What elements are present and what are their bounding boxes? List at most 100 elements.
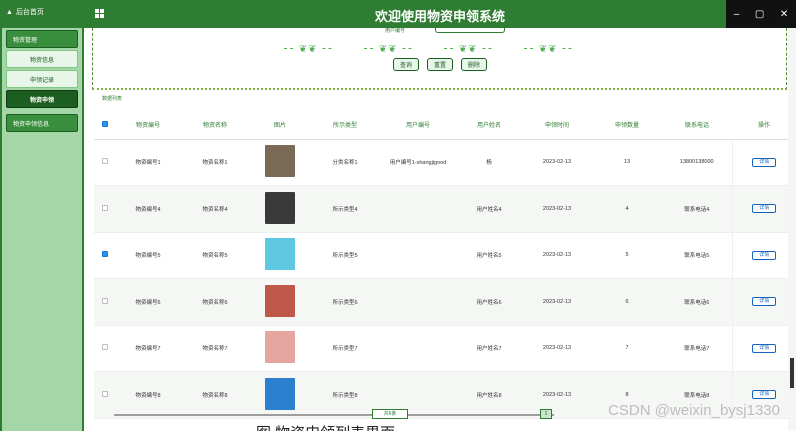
detail-button[interactable]: 详情 bbox=[752, 390, 777, 400]
row-select-cell bbox=[94, 185, 116, 233]
sidebar-group-materials[interactable]: 物资管理 bbox=[6, 30, 78, 48]
row-checkbox[interactable] bbox=[102, 297, 108, 304]
scrollbar-thumb[interactable] bbox=[790, 358, 794, 388]
data-table: 物资编号 物资名称 图片 所示类型 用户编号 用户姓名 申领时间 申领数量 联系… bbox=[94, 111, 796, 419]
detail-button[interactable]: 详情 bbox=[752, 297, 777, 307]
search-button[interactable]: 查询 bbox=[393, 58, 419, 71]
col-header[interactable]: 申领时间 bbox=[522, 111, 592, 140]
table-row[interactable]: 物资编号5 物资名称5 所示类型5 用户姓名5 2023-02-13 5 联系电话5 详情 bbox=[94, 232, 796, 279]
sidebar-item-apply-records[interactable]: 申领记录 bbox=[6, 70, 78, 88]
close-button[interactable]: ✕ bbox=[780, 9, 788, 20]
row-checkbox[interactable] bbox=[102, 251, 108, 258]
cell-name: 物资名称5 bbox=[180, 232, 250, 279]
col-header[interactable]: 申领数量 bbox=[592, 111, 662, 140]
cell-user-name: 杨 bbox=[456, 139, 522, 186]
col-header[interactable]: 用户编号 bbox=[380, 111, 456, 140]
row-checkbox[interactable] bbox=[102, 204, 108, 211]
sidebar-group-label: 物资申领信息 bbox=[13, 121, 50, 128]
cell-phone: 联系电话6 bbox=[662, 278, 732, 326]
col-header[interactable]: 物资编号 bbox=[116, 111, 180, 140]
sidebar-item-apply[interactable]: 物资申领 bbox=[6, 90, 78, 108]
pagination-track bbox=[114, 414, 554, 416]
figure-caption: 图 物资申领列表界面 bbox=[256, 422, 395, 431]
detail-button[interactable]: 详情 bbox=[752, 250, 777, 260]
col-header[interactable]: 用户姓名 bbox=[456, 111, 522, 140]
sidebar-background: 物资管理 物资信息 申领记录 物资申领 物资申领信息 bbox=[2, 28, 82, 431]
maximize-button[interactable]: ▢ bbox=[755, 9, 764, 20]
cell-qty: 6 bbox=[592, 278, 662, 326]
sidebar: 物资管理 物资信息 申领记录 物资申领 物资申领信息 bbox=[0, 28, 84, 431]
cell-name: 物资名称6 bbox=[180, 278, 250, 326]
delete-button[interactable]: 删除 bbox=[461, 58, 487, 71]
cell-code: 物资编号7 bbox=[116, 325, 180, 372]
cell-qty: 7 bbox=[592, 325, 662, 372]
reset-button[interactable]: 重置 bbox=[427, 58, 453, 71]
cell-phone: 联系电话4 bbox=[662, 185, 732, 233]
window-controls: – ▢ ✕ bbox=[726, 0, 796, 28]
cell-image bbox=[250, 232, 310, 279]
search-input[interactable] bbox=[435, 26, 505, 33]
cell-user-name: 用户姓名4 bbox=[456, 185, 522, 233]
cell-date: 2023-02-13 bbox=[522, 185, 592, 233]
vertical-scrollbar[interactable] bbox=[788, 28, 796, 431]
cell-op: 详情 bbox=[731, 278, 796, 326]
row-checkbox[interactable] bbox=[102, 390, 108, 397]
table-row[interactable]: 物资编号1 物资名称1 分类名称1 用户编号1-shangjigood 杨 2023-02… bbox=[94, 139, 796, 186]
material-image bbox=[265, 331, 295, 364]
cell-date: 2023-02-13 bbox=[522, 139, 592, 186]
sidebar-group-apply-info[interactable]: 物资申领信息 bbox=[6, 114, 78, 132]
search-buttons: 查询 重置 删除 bbox=[393, 58, 487, 71]
cell-user-id bbox=[380, 185, 456, 233]
leaf-decoration-icon: ⁃⁃ ❦❦ ⁃⁃ bbox=[283, 44, 334, 55]
select-all-cell bbox=[94, 111, 116, 140]
row-checkbox[interactable] bbox=[102, 344, 108, 351]
cell-code: 物资编号1 bbox=[116, 139, 180, 186]
main-content: 用户编号 ⁃⁃ ❦❦ ⁃⁃ ⁃⁃ ❦❦ ⁃⁃ ⁃⁃ ❦❦ ⁃⁃ ⁃⁃ ❦❦ ⁃⁃… bbox=[84, 26, 796, 431]
search-panel: 用户编号 ⁃⁃ ❦❦ ⁃⁃ ⁃⁃ ❦❦ ⁃⁃ ⁃⁃ ❦❦ ⁃⁃ ⁃⁃ ❦❦ ⁃⁃… bbox=[92, 26, 787, 90]
cell-name: 物资名称4 bbox=[180, 185, 250, 233]
cell-phone: 联系电话7 bbox=[662, 325, 732, 372]
row-select-cell bbox=[94, 278, 116, 326]
detail-button[interactable]: 详情 bbox=[752, 204, 777, 214]
cell-image bbox=[250, 278, 310, 326]
cell-user-id bbox=[380, 232, 456, 279]
row-checkbox[interactable] bbox=[102, 158, 108, 165]
select-all-checkbox[interactable] bbox=[102, 120, 108, 127]
data-list-label: 数据列表 bbox=[102, 96, 123, 102]
detail-button[interactable]: 详情 bbox=[752, 343, 777, 353]
table-row[interactable]: 物资编号4 物资名称4 所示类型4 用户姓名4 2023-02-13 4 联系电话4 详情 bbox=[94, 185, 796, 233]
sidebar-group-label: 物资管理 bbox=[13, 37, 38, 44]
cell-user-name: 用户姓名7 bbox=[456, 325, 522, 372]
cell-op: 详情 bbox=[731, 325, 796, 372]
cell-op: 详情 bbox=[731, 139, 796, 186]
cell-user-id: 用户编号1-shangjigood bbox=[380, 139, 456, 186]
table-body: 物资编号1 物资名称1 分类名称1 用户编号1-shangjigood 杨 2023-02… bbox=[94, 139, 796, 419]
cell-phone: 13800138000 bbox=[662, 139, 732, 186]
table-row[interactable]: 物资编号7 物资名称7 所示类型7 用户姓名7 2023-02-13 7 联系电话7 详情 bbox=[94, 325, 796, 372]
home-label: 后台首页 bbox=[15, 9, 44, 16]
cell-phone: 联系电话5 bbox=[662, 232, 732, 279]
cell-user-id bbox=[380, 278, 456, 326]
cell-op: 详情 bbox=[731, 185, 796, 233]
watermark-text: CSDN @weixin_bysj1330 bbox=[608, 402, 780, 419]
detail-button[interactable]: 详情 bbox=[752, 157, 777, 167]
cell-date: 2023-02-13 bbox=[522, 278, 592, 326]
search-hint: 用户编号 bbox=[385, 28, 406, 34]
home-link[interactable]: ▲ 后台首页 bbox=[6, 7, 44, 17]
minimize-button[interactable]: – bbox=[734, 9, 740, 20]
pagination-current-page[interactable]: 1 bbox=[540, 409, 552, 419]
cell-type: 所示类型4 bbox=[310, 185, 380, 233]
sidebar-item-materials-info[interactable]: 物资信息 bbox=[6, 50, 78, 68]
sidebar-item-label: 申领记录 bbox=[29, 77, 54, 84]
material-image bbox=[265, 377, 295, 410]
col-header[interactable]: 物资名称 bbox=[180, 111, 250, 140]
col-header[interactable]: 所示类型 bbox=[310, 111, 380, 140]
table-row[interactable]: 物资编号6 物资名称6 所示类型6 用户姓名6 2023-02-13 6 联系电话6 详情 bbox=[94, 278, 796, 326]
sidebar-item-label: 物资申领 bbox=[29, 97, 54, 104]
leaf-decoration-icon: ⁃⁃ ❦❦ ⁃⁃ bbox=[363, 44, 414, 55]
cell-name: 物资名称1 bbox=[180, 139, 250, 186]
cell-type: 所示类型5 bbox=[310, 232, 380, 279]
menu-grid-icon[interactable] bbox=[95, 9, 104, 18]
col-header[interactable]: 联系电话 bbox=[662, 111, 732, 140]
cell-type: 所示类型7 bbox=[310, 325, 380, 372]
